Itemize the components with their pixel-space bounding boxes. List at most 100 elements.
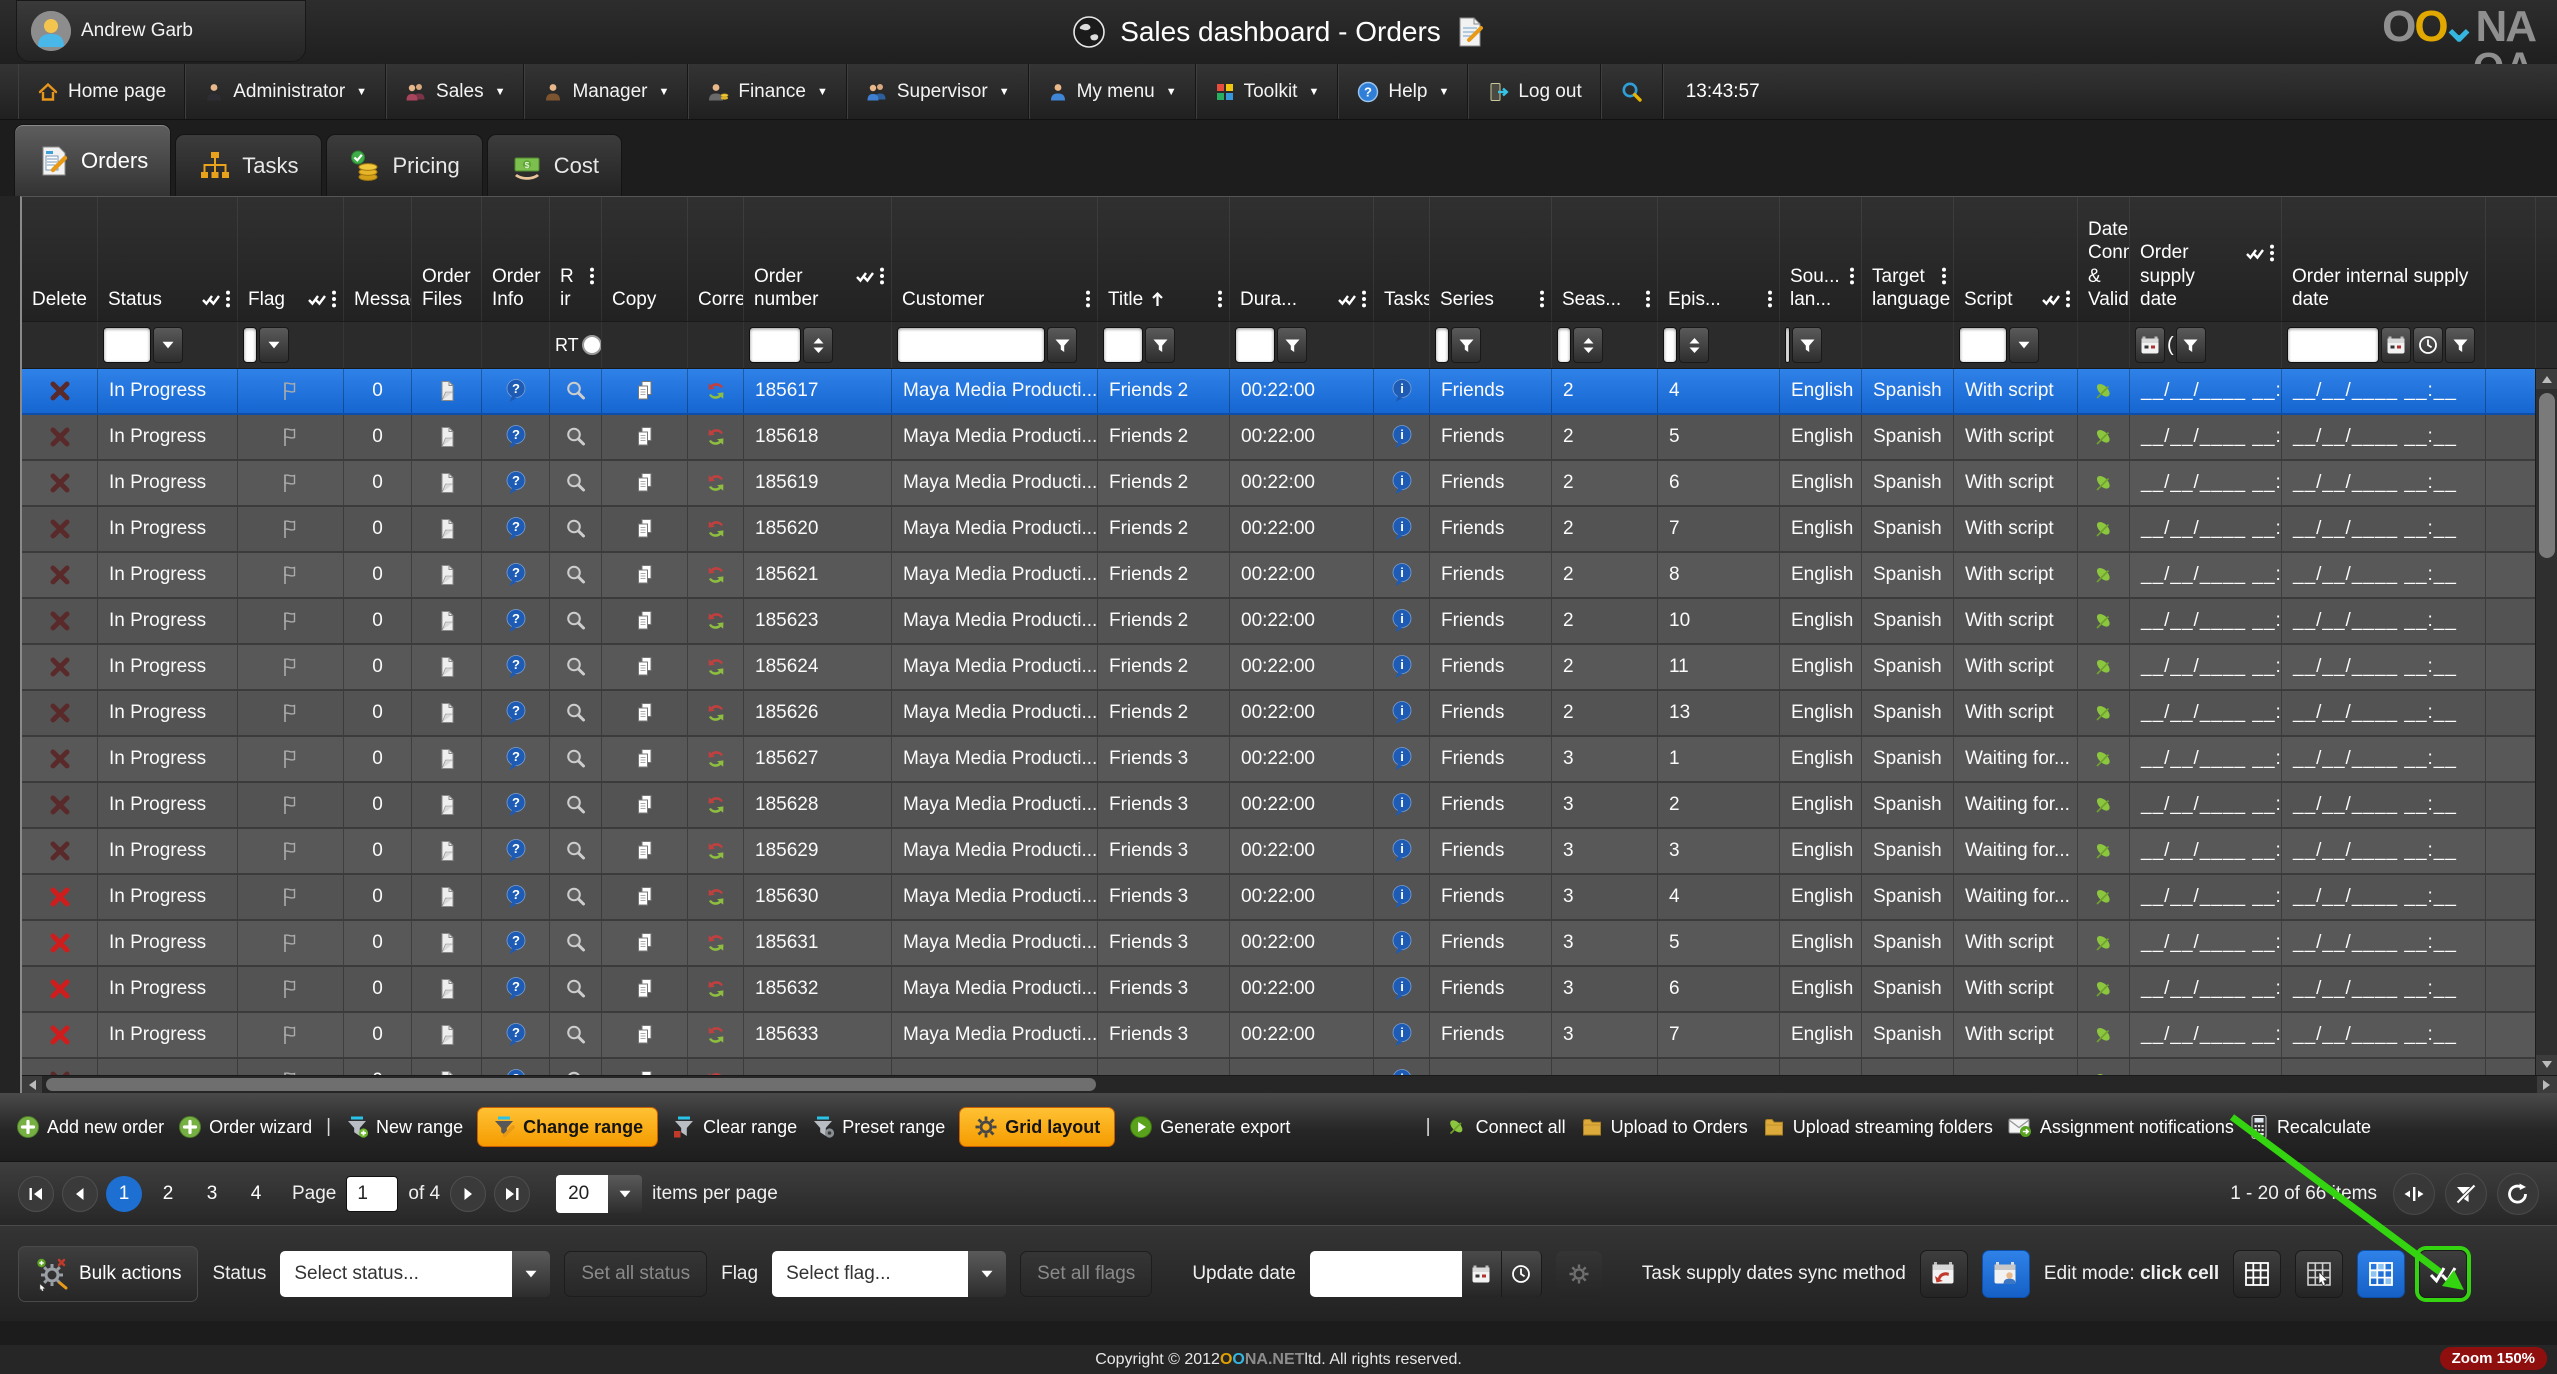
sync-method-backward-button[interactable] <box>1920 1250 1968 1298</box>
cell-script[interactable]: With script <box>1954 967 2078 1011</box>
order-files-icon[interactable] <box>437 379 457 403</box>
cell-order_internal_supply_date[interactable]: __/__/____ __:__ <box>2282 599 2486 643</box>
flag-icon[interactable] <box>279 747 303 771</box>
cell-series[interactable] <box>1430 1059 1552 1076</box>
column-menu-icon[interactable] <box>1539 290 1545 308</box>
message-icon[interactable]: 0 <box>372 932 383 954</box>
cell-order_info[interactable]: ? <box>482 783 550 827</box>
cell-customer[interactable]: Maya Media Producti... <box>892 829 1098 873</box>
clock-button[interactable] <box>1502 1251 1542 1297</box>
cell-duration[interactable]: 00:22:00 <box>1230 415 1374 459</box>
cell-delete[interactable] <box>22 829 98 873</box>
cell-episode[interactable]: 4 <box>1658 875 1780 919</box>
filter-input[interactable] <box>897 327 1045 363</box>
cell-order_supply_date[interactable] <box>2130 1059 2282 1076</box>
cell-title[interactable]: Friends 2 <box>1098 645 1230 689</box>
cell-filler[interactable] <box>2486 967 2536 1011</box>
cell-filler[interactable] <box>2486 921 2536 965</box>
cell-source_language[interactable] <box>1780 1059 1862 1076</box>
cell-episode[interactable]: 7 <box>1658 1013 1780 1057</box>
cell-target_language[interactable]: Spanish <box>1862 1013 1954 1057</box>
leaf-icon[interactable] <box>2092 655 2116 679</box>
cell-order_internal_supply_date[interactable]: __/__/____ __:__ <box>2282 875 2486 919</box>
correction-swap-icon[interactable] <box>704 839 728 863</box>
cell-delete[interactable] <box>22 875 98 919</box>
cell-target_language[interactable]: Spanish <box>1862 415 1954 459</box>
cell-order_internal_supply_date[interactable]: __/__/____ __:__ <box>2282 553 2486 597</box>
filter-funnel-icon[interactable] <box>2176 327 2206 363</box>
cell-episode[interactable]: 1 <box>1658 737 1780 781</box>
cell-message[interactable]: 0 <box>344 921 412 965</box>
horizontal-scroll-thumb[interactable] <box>46 1078 1096 1091</box>
search-icon[interactable] <box>564 1023 588 1047</box>
rir-radio-group[interactable]: RTN <box>555 335 602 356</box>
flag-select[interactable]: Select flag... <box>772 1251 1006 1297</box>
cell-tasks[interactable]: i <box>1374 369 1430 413</box>
cell-order_info[interactable]: ? <box>482 369 550 413</box>
cell-message[interactable]: 0 <box>344 691 412 735</box>
correction-swap-icon[interactable] <box>704 471 728 495</box>
connect-all-button[interactable]: Connect all <box>1445 1115 1566 1139</box>
cell-order_number[interactable]: 185629 <box>744 829 892 873</box>
cell-tasks[interactable]: i <box>1374 875 1430 919</box>
cell-series[interactable]: Friends <box>1430 921 1552 965</box>
cell-order_internal_supply_date[interactable]: __/__/____ __:__ <box>2282 783 2486 827</box>
leaf-icon[interactable] <box>2092 747 2116 771</box>
horizontal-scrollbar[interactable] <box>22 1075 2557 1093</box>
cell-source_language[interactable]: English <box>1780 967 1862 1011</box>
filter-input[interactable] <box>1663 327 1677 363</box>
cell-delete[interactable] <box>22 507 98 551</box>
tab-tasks[interactable]: Tasks <box>175 134 321 196</box>
cell-message[interactable]: 0 <box>344 461 412 505</box>
search-icon[interactable] <box>564 885 588 909</box>
flag-icon[interactable] <box>279 931 303 955</box>
cell-season[interactable]: 2 <box>1552 415 1658 459</box>
flag-icon[interactable] <box>279 609 303 633</box>
cell-tasks[interactable]: i <box>1374 921 1430 965</box>
copy-icon[interactable] <box>634 885 656 909</box>
cell-script[interactable]: With script <box>1954 645 2078 689</box>
cell-duration[interactable]: 00:22:00 <box>1230 691 1374 735</box>
cell-flag[interactable] <box>238 461 344 505</box>
copy-icon[interactable] <box>634 655 656 679</box>
delete-x-icon[interactable] <box>49 472 71 494</box>
cell-rir[interactable] <box>550 599 602 643</box>
sync-method-forward-button[interactable] <box>1982 1250 2030 1298</box>
cell-duration[interactable]: 00:22:00 <box>1230 369 1374 413</box>
cell-message[interactable]: 0 <box>344 507 412 551</box>
cell-order_info[interactable]: ? <box>482 599 550 643</box>
cell-copy[interactable] <box>602 737 688 781</box>
menu-item-log-out[interactable]: Log out <box>1468 64 1600 119</box>
cell-target_language[interactable]: Spanish <box>1862 553 1954 597</box>
cell-order_number[interactable] <box>744 1059 892 1076</box>
set-all-flags-button[interactable]: Set all flags <box>1020 1251 1152 1297</box>
order-files-icon[interactable] <box>437 609 457 633</box>
col-header-episode[interactable]: Epis... <box>1658 197 1780 321</box>
filter-input[interactable] <box>103 327 151 363</box>
cell-order_number[interactable]: 185628 <box>744 783 892 827</box>
cell-status[interactable]: In Progress <box>98 415 238 459</box>
search-icon[interactable] <box>564 563 588 587</box>
cell-target_language[interactable]: Spanish <box>1862 369 1954 413</box>
flag-icon[interactable] <box>279 563 303 587</box>
cell-order_internal_supply_date[interactable]: __/__/____ __:__ <box>2282 691 2486 735</box>
cell-order_supply_date[interactable]: __/__/____ __:__ <box>2130 507 2282 551</box>
cell-order_files[interactable] <box>412 415 482 459</box>
message-icon[interactable]: 0 <box>372 426 383 448</box>
clear-filters-button[interactable] <box>2445 1173 2487 1215</box>
cell-title[interactable]: Friends 2 <box>1098 691 1230 735</box>
scroll-left-button[interactable] <box>22 1076 42 1094</box>
page-number-4[interactable]: 4 <box>238 1176 274 1212</box>
assignment-notifications-button[interactable]: Assignment notifications <box>2007 1115 2234 1139</box>
column-menu-icon[interactable] <box>2065 290 2071 308</box>
cell-date_conn[interactable] <box>2078 921 2130 965</box>
filter-input[interactable] <box>1435 327 1449 363</box>
cell-rir[interactable] <box>550 783 602 827</box>
cell-source_language[interactable]: English <box>1780 691 1862 735</box>
order-files-icon[interactable] <box>437 1023 457 1047</box>
cell-order_internal_supply_date[interactable]: __/__/____ __:__ <box>2282 829 2486 873</box>
menu-item-manager[interactable]: Manager▼ <box>524 64 688 119</box>
search-icon[interactable] <box>564 655 588 679</box>
cell-copy[interactable] <box>602 875 688 919</box>
cell-copy[interactable] <box>602 415 688 459</box>
